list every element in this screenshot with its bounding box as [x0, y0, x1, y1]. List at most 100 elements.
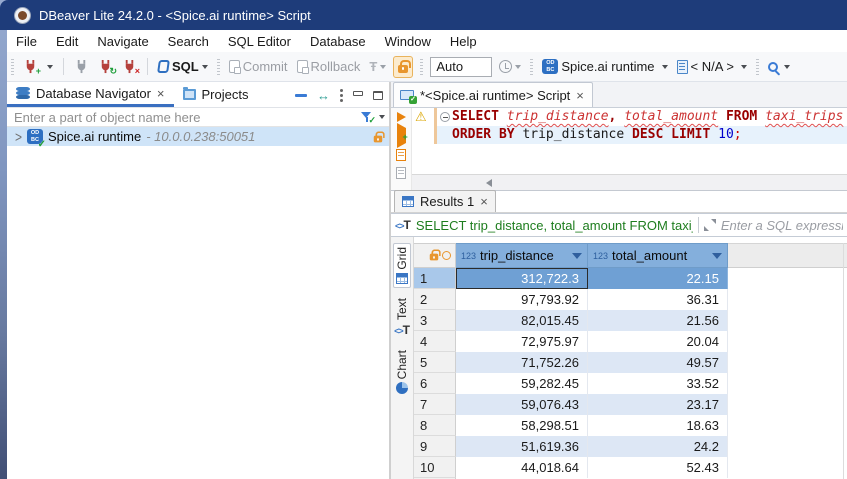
row-number[interactable]: 7: [414, 394, 456, 415]
row-number[interactable]: 1: [414, 268, 456, 289]
menu-window[interactable]: Window: [385, 34, 431, 49]
cell-trip-distance[interactable]: 71,752.26: [456, 352, 588, 373]
table-row[interactable]: 4 72,975.97 20.04: [414, 331, 847, 352]
cell-trip-distance[interactable]: 51,619.36: [456, 436, 588, 457]
row-number[interactable]: 6: [414, 373, 456, 394]
result-filter-input[interactable]: [721, 218, 843, 233]
tab-database-navigator[interactable]: Database Navigator ×: [7, 82, 174, 107]
cell-total-amount[interactable]: 22.15: [588, 268, 728, 289]
table-row[interactable]: 7 59,076.43 23.17: [414, 394, 847, 415]
row-number[interactable]: 8: [414, 415, 456, 436]
connect-button[interactable]: [72, 57, 91, 76]
tab-projects[interactable]: Projects: [174, 82, 258, 107]
transaction-log-button[interactable]: Ŧ: [367, 58, 388, 75]
object-filter-input[interactable]: [14, 110, 355, 125]
table-row[interactable]: 9 51,619.36 24.2: [414, 436, 847, 457]
row-number[interactable]: 10: [414, 457, 456, 478]
tab-results-1[interactable]: Results 1 ×: [394, 190, 496, 212]
cell-trip-distance[interactable]: 72,975.97: [456, 331, 588, 352]
table-row[interactable]: 3 82,015.45 21.56: [414, 310, 847, 331]
collapse-all-icon[interactable]: [295, 94, 307, 97]
close-icon[interactable]: ×: [576, 89, 584, 102]
editor-horizontal-scrollbar[interactable]: [412, 174, 847, 190]
table-row[interactable]: 10 44,018.64 52.43: [414, 457, 847, 478]
menu-search[interactable]: Search: [168, 34, 209, 49]
cell-total-amount[interactable]: 49.57: [588, 352, 728, 373]
execute-script-button[interactable]: [396, 149, 406, 161]
cell-trip-distance[interactable]: 58,298.51: [456, 415, 588, 436]
execute-script-disabled-button[interactable]: [396, 167, 406, 179]
row-number[interactable]: 4: [414, 331, 456, 352]
code-line-2[interactable]: ORDER BY trip_distance DESC LIMIT 10;: [437, 126, 847, 144]
commit-mode-combo[interactable]: Auto: [430, 57, 492, 77]
presentation-tab-chart[interactable]: Chart: [394, 347, 410, 397]
table-row[interactable]: 8 58,298.51 18.63: [414, 415, 847, 436]
cell-trip-distance[interactable]: 312,722.3: [456, 268, 588, 289]
minimize-view-icon[interactable]: [353, 91, 363, 96]
cell-trip-distance[interactable]: 59,076.43: [456, 394, 588, 415]
title-bar[interactable]: DBeaver Lite 24.2.0 - <Spice.ai runtime>…: [0, 0, 847, 30]
table-row[interactable]: 6 59,282.45 33.52: [414, 373, 847, 394]
filter-funnel-icon[interactable]: ✓: [361, 111, 373, 123]
presentation-tab-text[interactable]: Text: [393, 295, 411, 340]
cell-total-amount[interactable]: 24.2: [588, 436, 728, 457]
cell-total-amount[interactable]: 18.63: [588, 415, 728, 436]
commit-button[interactable]: Commit: [227, 57, 290, 76]
new-connection-dropdown[interactable]: [45, 63, 55, 71]
menu-navigate[interactable]: Navigate: [97, 34, 148, 49]
search-button[interactable]: [766, 60, 792, 74]
table-row[interactable]: 2 97,793.92 36.31: [414, 289, 847, 310]
row-number[interactable]: 2: [414, 289, 456, 310]
rollback-button[interactable]: Rollback: [295, 57, 363, 76]
row-number[interactable]: 9: [414, 436, 456, 457]
cell-trip-distance[interactable]: 44,018.64: [456, 457, 588, 478]
reconnect-button[interactable]: ↻: [96, 57, 115, 76]
scroll-left-icon[interactable]: [486, 179, 492, 187]
presentation-tab-grid[interactable]: Grid: [393, 243, 411, 288]
cell-trip-distance[interactable]: 59,282.45: [456, 373, 588, 394]
menu-help[interactable]: Help: [450, 34, 477, 49]
close-icon[interactable]: ×: [157, 87, 165, 100]
cell-trip-distance[interactable]: 97,793.92: [456, 289, 588, 310]
maximize-view-icon[interactable]: [373, 91, 383, 100]
cell-total-amount[interactable]: 23.17: [588, 394, 728, 415]
cell-total-amount[interactable]: 33.52: [588, 373, 728, 394]
execute-new-tab-button[interactable]: +: [397, 128, 406, 143]
cell-total-amount[interactable]: 36.31: [588, 289, 728, 310]
cell-total-amount[interactable]: 20.04: [588, 331, 728, 352]
grid-corner-cell[interactable]: [414, 243, 456, 268]
cell-total-amount[interactable]: 21.56: [588, 310, 728, 331]
sql-editor-button[interactable]: SQL: [156, 57, 210, 76]
tab-script-editor[interactable]: ✓ *<Spice.ai runtime> Script ×: [393, 82, 593, 107]
link-with-editor-icon[interactable]: ↔: [317, 89, 330, 102]
code-line-1[interactable]: SELECT trip_distance, total_amount FROM …: [437, 108, 847, 126]
menu-file[interactable]: File: [16, 34, 37, 49]
active-connection-selector[interactable]: Spice.ai runtime: [540, 57, 669, 76]
cell-total-amount[interactable]: 52.43: [588, 457, 728, 478]
expand-chevron-icon[interactable]: >: [15, 128, 22, 145]
table-row[interactable]: 5 71,752.26 49.57: [414, 352, 847, 373]
new-connection-button[interactable]: +: [21, 57, 40, 76]
close-icon[interactable]: ×: [480, 195, 488, 208]
table-row[interactable]: 1 312,722.3 22.15: [414, 268, 847, 289]
view-menu-icon[interactable]: [340, 89, 343, 92]
row-number[interactable]: 3: [414, 310, 456, 331]
menu-edit[interactable]: Edit: [56, 34, 78, 49]
code-area[interactable]: SELECT trip_distance, total_amount FROM …: [437, 108, 847, 174]
column-header-total-amount[interactable]: 123 total_amount: [588, 243, 728, 268]
execute-statement-button[interactable]: [397, 112, 406, 122]
sort-desc-icon[interactable]: [712, 253, 722, 259]
disconnect-button[interactable]: ×: [120, 57, 139, 76]
menu-sql-editor[interactable]: SQL Editor: [228, 34, 291, 49]
transaction-history-button[interactable]: [497, 58, 523, 75]
column-header-trip-distance[interactable]: 123 trip_distance: [456, 243, 588, 268]
row-number[interactable]: 5: [414, 352, 456, 373]
cell-trip-distance[interactable]: 82,015.45: [456, 310, 588, 331]
auto-commit-toggle[interactable]: [393, 56, 413, 78]
chevron-down-icon[interactable]: [379, 115, 385, 119]
menu-database[interactable]: Database: [310, 34, 366, 49]
active-database-selector[interactable]: < N/A >: [675, 57, 749, 76]
expand-panel-icon[interactable]: [704, 219, 716, 231]
sort-desc-icon[interactable]: [572, 253, 582, 259]
fold-collapse-icon[interactable]: [440, 112, 450, 122]
